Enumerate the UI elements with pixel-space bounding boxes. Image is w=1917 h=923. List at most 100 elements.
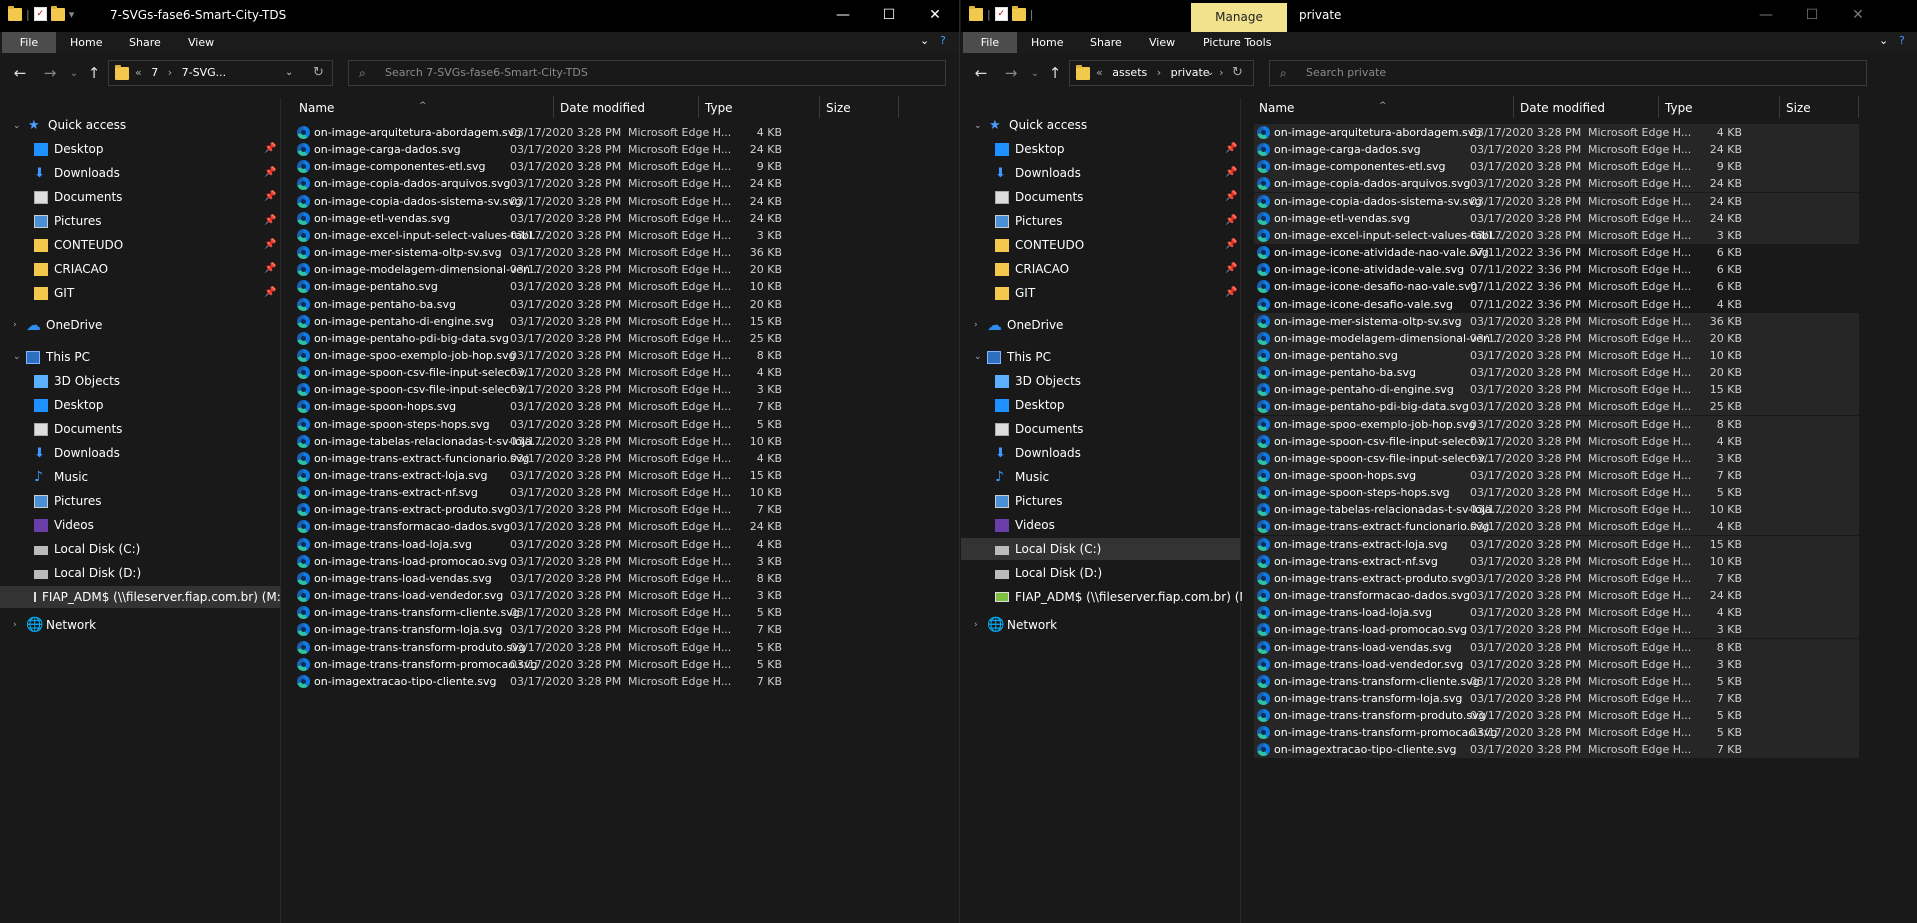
file-row[interactable]: on-image-modelagem-dimensional-ven... 03/… xyxy=(1254,329,1859,347)
tab-share[interactable]: Share xyxy=(1080,32,1132,53)
forward-arrow-icon[interactable]: → xyxy=(40,64,60,82)
file-row[interactable]: on-image-icone-desafio-vale.svg 07/11/202… xyxy=(1254,296,1859,313)
nav-git[interactable]: GIT 📌 xyxy=(995,282,1240,304)
file-row[interactable]: on-image-tabelas-relacionadas-t-sv-loja.… xyxy=(294,433,899,450)
nav-downloads[interactable]: ⬇ Downloads 📌 xyxy=(995,162,1240,184)
file-row[interactable]: on-image-spoo-exemplo-job-hop.svg 03/17/2… xyxy=(294,347,899,364)
expand-ribbon-icon[interactable]: ⌄ xyxy=(920,34,929,47)
file-row[interactable]: on-image-etl-vendas.svg 03/17/2020 3:28 P… xyxy=(294,210,899,227)
breadcrumb-separator[interactable]: › xyxy=(1219,66,1223,79)
pin-icon[interactable]: 📌 xyxy=(264,162,276,184)
up-arrow-icon[interactable]: ↑ xyxy=(1045,64,1065,82)
pin-icon[interactable]: 📌 xyxy=(1225,138,1237,160)
column-size[interactable]: Size xyxy=(826,101,851,115)
chevron-down-icon[interactable]: ⌄ xyxy=(13,121,21,131)
file-row[interactable]: on-image-trans-transform-promocao.svg 03/… xyxy=(294,656,899,673)
breadcrumb-separator[interactable]: › xyxy=(168,66,172,79)
file-row[interactable]: on-image-excel-input-select-values-tabl.… xyxy=(294,227,899,244)
nav-criacao[interactable]: CRIACAO 📌 xyxy=(34,258,279,280)
file-row[interactable]: on-image-icone-atividade-vale.svg 07/11/2… xyxy=(1254,261,1859,278)
file-row[interactable]: on-image-trans-transform-cliente.svg 03/1… xyxy=(294,604,899,621)
file-row[interactable]: on-image-icone-atividade-nao-vale.svg 07/… xyxy=(1254,244,1859,261)
breadcrumb-separator[interactable]: › xyxy=(1157,66,1161,79)
file-row[interactable]: on-imagextracao-tipo-cliente.svg 03/17/20… xyxy=(1254,741,1859,759)
file-row[interactable]: on-image-mer-sistema-oltp-sv.svg 03/17/20… xyxy=(294,244,899,261)
column-separator[interactable] xyxy=(1779,96,1780,118)
up-arrow-icon[interactable]: ↑ xyxy=(84,64,104,82)
file-row[interactable]: on-image-trans-extract-produto.svg 03/17/… xyxy=(294,501,899,518)
nav-pc-downloads[interactable]: ⬇ Downloads xyxy=(34,442,120,464)
properties-icon[interactable]: ✓ xyxy=(33,7,47,21)
new-folder-icon[interactable] xyxy=(50,5,65,21)
file-row[interactable]: on-image-trans-load-vendedor.svg 03/17/20… xyxy=(294,587,899,604)
tab-file[interactable]: File xyxy=(963,32,1017,53)
column-separator[interactable] xyxy=(1513,96,1514,118)
file-row[interactable]: on-image-etl-vendas.svg 03/17/2020 3:28 P… xyxy=(1254,209,1859,227)
file-row[interactable]: on-image-pentaho-pdi-big-data.svg 03/17/2… xyxy=(1254,398,1859,416)
column-name[interactable]: Name xyxy=(299,101,334,115)
nav-conteudo[interactable]: CONTEUDO 📌 xyxy=(995,234,1240,256)
vertical-scrollbar[interactable] xyxy=(1902,94,1917,923)
file-row[interactable]: on-image-spoon-csv-file-input-select-v..… xyxy=(294,381,899,398)
file-row[interactable]: on-image-spoon-steps-hops.svg 03/17/2020 … xyxy=(1254,484,1859,502)
file-row[interactable]: on-image-spoon-hops.svg 03/17/2020 3:28 P… xyxy=(1254,467,1859,484)
file-row[interactable]: on-image-pentaho-di-engine.svg 03/17/2020… xyxy=(294,313,899,330)
pin-icon[interactable]: 📌 xyxy=(264,186,276,208)
column-size[interactable]: Size xyxy=(1786,101,1811,115)
recent-locations-icon[interactable]: ⌄ xyxy=(1025,68,1045,79)
file-row[interactable]: on-image-pentaho-pdi-big-data.svg 03/17/2… xyxy=(294,330,899,347)
file-row[interactable]: on-image-pentaho-ba.svg 03/17/2020 3:28 P… xyxy=(1254,364,1859,382)
nav-conteudo[interactable]: CONTEUDO 📌 xyxy=(34,234,279,256)
pin-icon[interactable]: 📌 xyxy=(1225,258,1237,280)
file-row[interactable]: on-image-trans-load-loja.svg 03/17/2020 3… xyxy=(294,536,899,553)
nav-videos[interactable]: Videos xyxy=(995,514,1055,536)
file-row[interactable]: on-image-mer-sistema-oltp-sv.svg 03/17/20… xyxy=(1254,312,1859,330)
nav-videos[interactable]: Videos xyxy=(34,514,94,536)
column-separator[interactable] xyxy=(898,96,899,118)
pin-icon[interactable]: 📌 xyxy=(1225,210,1237,232)
tab-view[interactable]: View xyxy=(1139,32,1185,53)
chevron-right-icon[interactable]: › xyxy=(974,620,978,630)
nav-3d-objects[interactable]: 3D Objects xyxy=(34,370,120,392)
nav-quick-access[interactable]: ★ Quick access xyxy=(28,114,126,136)
file-row[interactable]: on-image-tabelas-relacionadas-t-sv-loja.… xyxy=(1254,501,1859,519)
file-row[interactable]: on-image-trans-load-vendedor.svg 03/17/20… xyxy=(1254,655,1859,673)
file-row[interactable]: on-image-trans-transform-produto.svg 03/1… xyxy=(1254,707,1859,725)
file-row[interactable]: on-image-spoon-steps-hops.svg 03/17/2020 … xyxy=(294,416,899,433)
column-type[interactable]: Type xyxy=(1665,101,1693,115)
tab-home[interactable]: Home xyxy=(1021,32,1073,53)
title-bar[interactable]: | ✓ ▾ 7-SVGs-fase6-Smart-City-TDS — ☐ ✕ xyxy=(0,0,959,32)
file-row[interactable]: on-image-copia-dados-arquivos.svg 03/17/2… xyxy=(1254,175,1859,193)
file-row[interactable]: on-imagextracao-tipo-cliente.svg 03/17/20… xyxy=(294,673,899,690)
nav-pc-documents[interactable]: Documents xyxy=(34,418,122,440)
file-row[interactable]: on-image-arquitetura-abordagem.svg 03/17/… xyxy=(1254,124,1859,141)
chevron-right-icon[interactable]: › xyxy=(974,320,978,330)
file-row[interactable]: on-image-spoon-csv-file-input-select-v..… xyxy=(1254,432,1859,450)
recent-locations-icon[interactable]: ⌄ xyxy=(64,68,84,79)
file-row[interactable]: on-image-transformacao-dados.svg 03/17/20… xyxy=(1254,587,1859,605)
file-row[interactable]: on-image-icone-desafio-nao-vale.svg 07/11… xyxy=(1254,278,1859,295)
nav-quick-access[interactable]: ★ Quick access xyxy=(989,114,1087,136)
pin-icon[interactable]: 📌 xyxy=(264,234,276,256)
file-row[interactable]: on-image-trans-extract-produto.svg 03/17/… xyxy=(1254,569,1859,587)
column-date[interactable]: Date modified xyxy=(1520,101,1605,115)
breadcrumb-item[interactable]: assets xyxy=(1112,66,1147,79)
column-separator[interactable] xyxy=(553,96,554,118)
file-row[interactable]: on-image-trans-transform-loja.svg 03/17/2… xyxy=(1254,689,1859,707)
file-row[interactable]: on-image-trans-extract-loja.svg 03/17/202… xyxy=(294,467,899,484)
address-dropdown-icon[interactable]: ⌄ xyxy=(285,61,293,85)
column-separator[interactable] xyxy=(1658,96,1659,118)
nav-pc-desktop[interactable]: Desktop xyxy=(995,394,1065,416)
breadcrumb-item[interactable]: private xyxy=(1171,66,1210,79)
file-row[interactable]: on-image-trans-transform-promocao.svg 03/… xyxy=(1254,724,1859,742)
nav-music[interactable]: ♪ Music xyxy=(34,466,88,488)
minimize-button[interactable]: — xyxy=(1743,0,1789,32)
file-row[interactable]: on-image-modelagem-dimensional-ven... 03/… xyxy=(294,261,899,278)
nav-pc-pictures[interactable]: Pictures xyxy=(995,490,1063,512)
nav-music[interactable]: ♪ Music xyxy=(995,466,1049,488)
pin-icon[interactable]: 📌 xyxy=(1225,282,1237,304)
file-row[interactable]: on-image-transformacao-dados.svg 03/17/20… xyxy=(294,518,899,535)
nav-documents[interactable]: Documents 📌 xyxy=(995,186,1240,208)
column-separator[interactable] xyxy=(819,96,820,118)
pin-icon[interactable]: 📌 xyxy=(264,282,276,304)
